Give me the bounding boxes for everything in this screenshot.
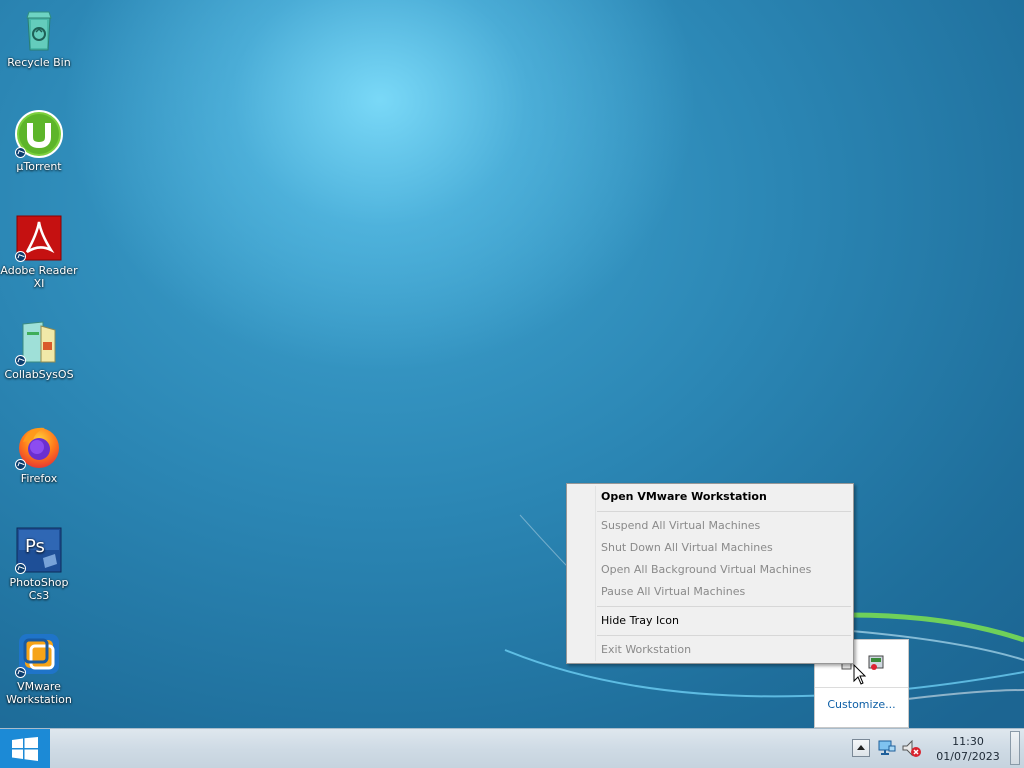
desktop-icon-label: CollabSysOS (4, 368, 74, 381)
shortcut-arrow-icon (15, 251, 26, 262)
wallpaper-swoosh (504, 514, 1024, 701)
menu-separator (597, 635, 851, 636)
menu-item-open-all-background: Open All Background Virtual Machines (601, 563, 812, 576)
menu-item-suspend-all: Suspend All Virtual Machines (601, 519, 761, 532)
desktop-icon-adobe-reader[interactable]: Adobe Reader XI (0, 214, 78, 290)
volume-muted-icon[interactable] (902, 740, 922, 758)
divider (815, 687, 908, 688)
tray-app-icon[interactable] (867, 654, 885, 672)
menu-item-open-vmware-workstation[interactable]: Open VMware Workstation (567, 486, 853, 508)
svg-text:Ps: Ps (25, 536, 45, 557)
vmware-workstation-icon (15, 630, 63, 678)
taskbar: 11:30 01/07/2023 (0, 728, 1024, 768)
shortcut-arrow-icon (15, 563, 26, 574)
menu-item-shut-down-all: Shut Down All Virtual Machines (601, 541, 773, 554)
shortcut-arrow-icon (15, 667, 26, 678)
vmware-tray-context-menu: Open VMware Workstation Suspend All Virt… (566, 483, 854, 664)
menu-item-hide-tray-icon[interactable]: Hide Tray Icon (567, 610, 853, 632)
start-button[interactable] (0, 729, 50, 768)
collabsysos-icon (15, 318, 63, 366)
taskbar-clock[interactable]: 11:30 01/07/2023 (930, 734, 1006, 764)
desktop-icon-firefox[interactable]: Firefox (0, 422, 78, 485)
desktop-icon-label: VMware Workstation (6, 680, 72, 706)
shortcut-arrow-icon (15, 147, 26, 158)
menu-item-pause-all: Pause All Virtual Machines (601, 585, 746, 598)
adobe-reader-icon (15, 214, 63, 262)
show-hidden-icons-button[interactable] (852, 739, 870, 757)
desktop-icon-label: Recycle Bin (7, 56, 71, 69)
menu-item-exit-workstation: Exit Workstation (601, 643, 692, 656)
desktop-icon-photoshop[interactable]: Ps PhotoShop Cs3 (0, 526, 78, 602)
desktop-icon-vmware-workstation[interactable]: VMware Workstation (0, 630, 78, 706)
mouse-cursor-icon (853, 664, 867, 685)
firefox-icon (15, 422, 63, 470)
shortcut-arrow-icon (15, 459, 26, 470)
desktop-icon-recycle-bin[interactable]: Recycle Bin (0, 6, 78, 69)
show-desktop-button[interactable] (1010, 731, 1020, 765)
utorrent-icon (15, 110, 63, 158)
desktop-icon-collabsysos[interactable]: CollabSysOS (0, 318, 78, 381)
desktop-icon-label: Firefox (20, 472, 58, 485)
windows-logo-icon (12, 737, 38, 761)
menu-separator (597, 511, 851, 512)
recycle-bin-icon (15, 6, 63, 54)
network-icon[interactable] (878, 740, 896, 756)
customize-link[interactable]: Customize... (815, 698, 908, 711)
desktop-icon-label: PhotoShop Cs3 (9, 576, 69, 602)
desktop-icon-label: µTorrent (16, 160, 62, 173)
desktop: Recycle Bin µTorrent Adobe Reader XI Col… (0, 0, 1024, 728)
desktop-icon-utorrent[interactable]: µTorrent (0, 110, 78, 173)
shortcut-arrow-icon (15, 355, 26, 366)
menu-separator (597, 606, 851, 607)
clock-date: 01/07/2023 (936, 750, 1000, 763)
desktop-icon-label: Adobe Reader XI (0, 264, 78, 290)
photoshop-icon: Ps (15, 526, 63, 574)
clock-time: 11:30 (952, 735, 984, 748)
